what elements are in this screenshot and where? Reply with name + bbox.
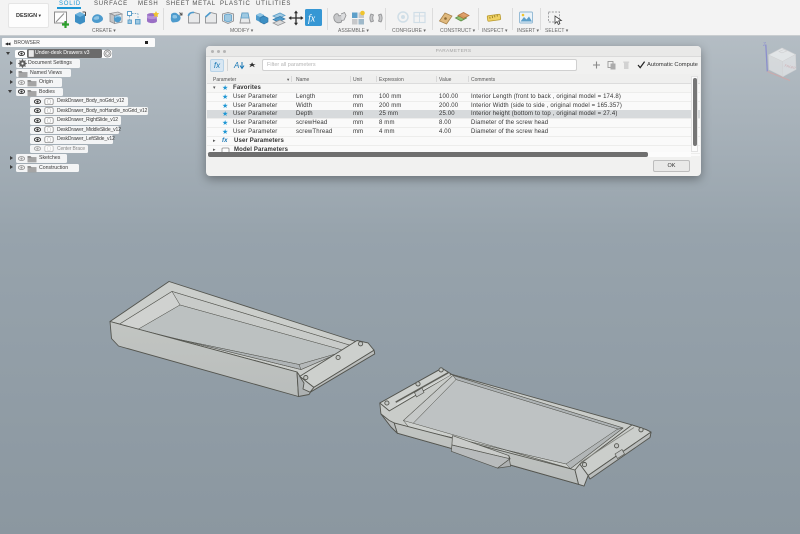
svg-text:Z: Z [763, 42, 766, 48]
svg-text:A: A [233, 61, 239, 70]
svg-text:fx: fx [308, 14, 316, 25]
